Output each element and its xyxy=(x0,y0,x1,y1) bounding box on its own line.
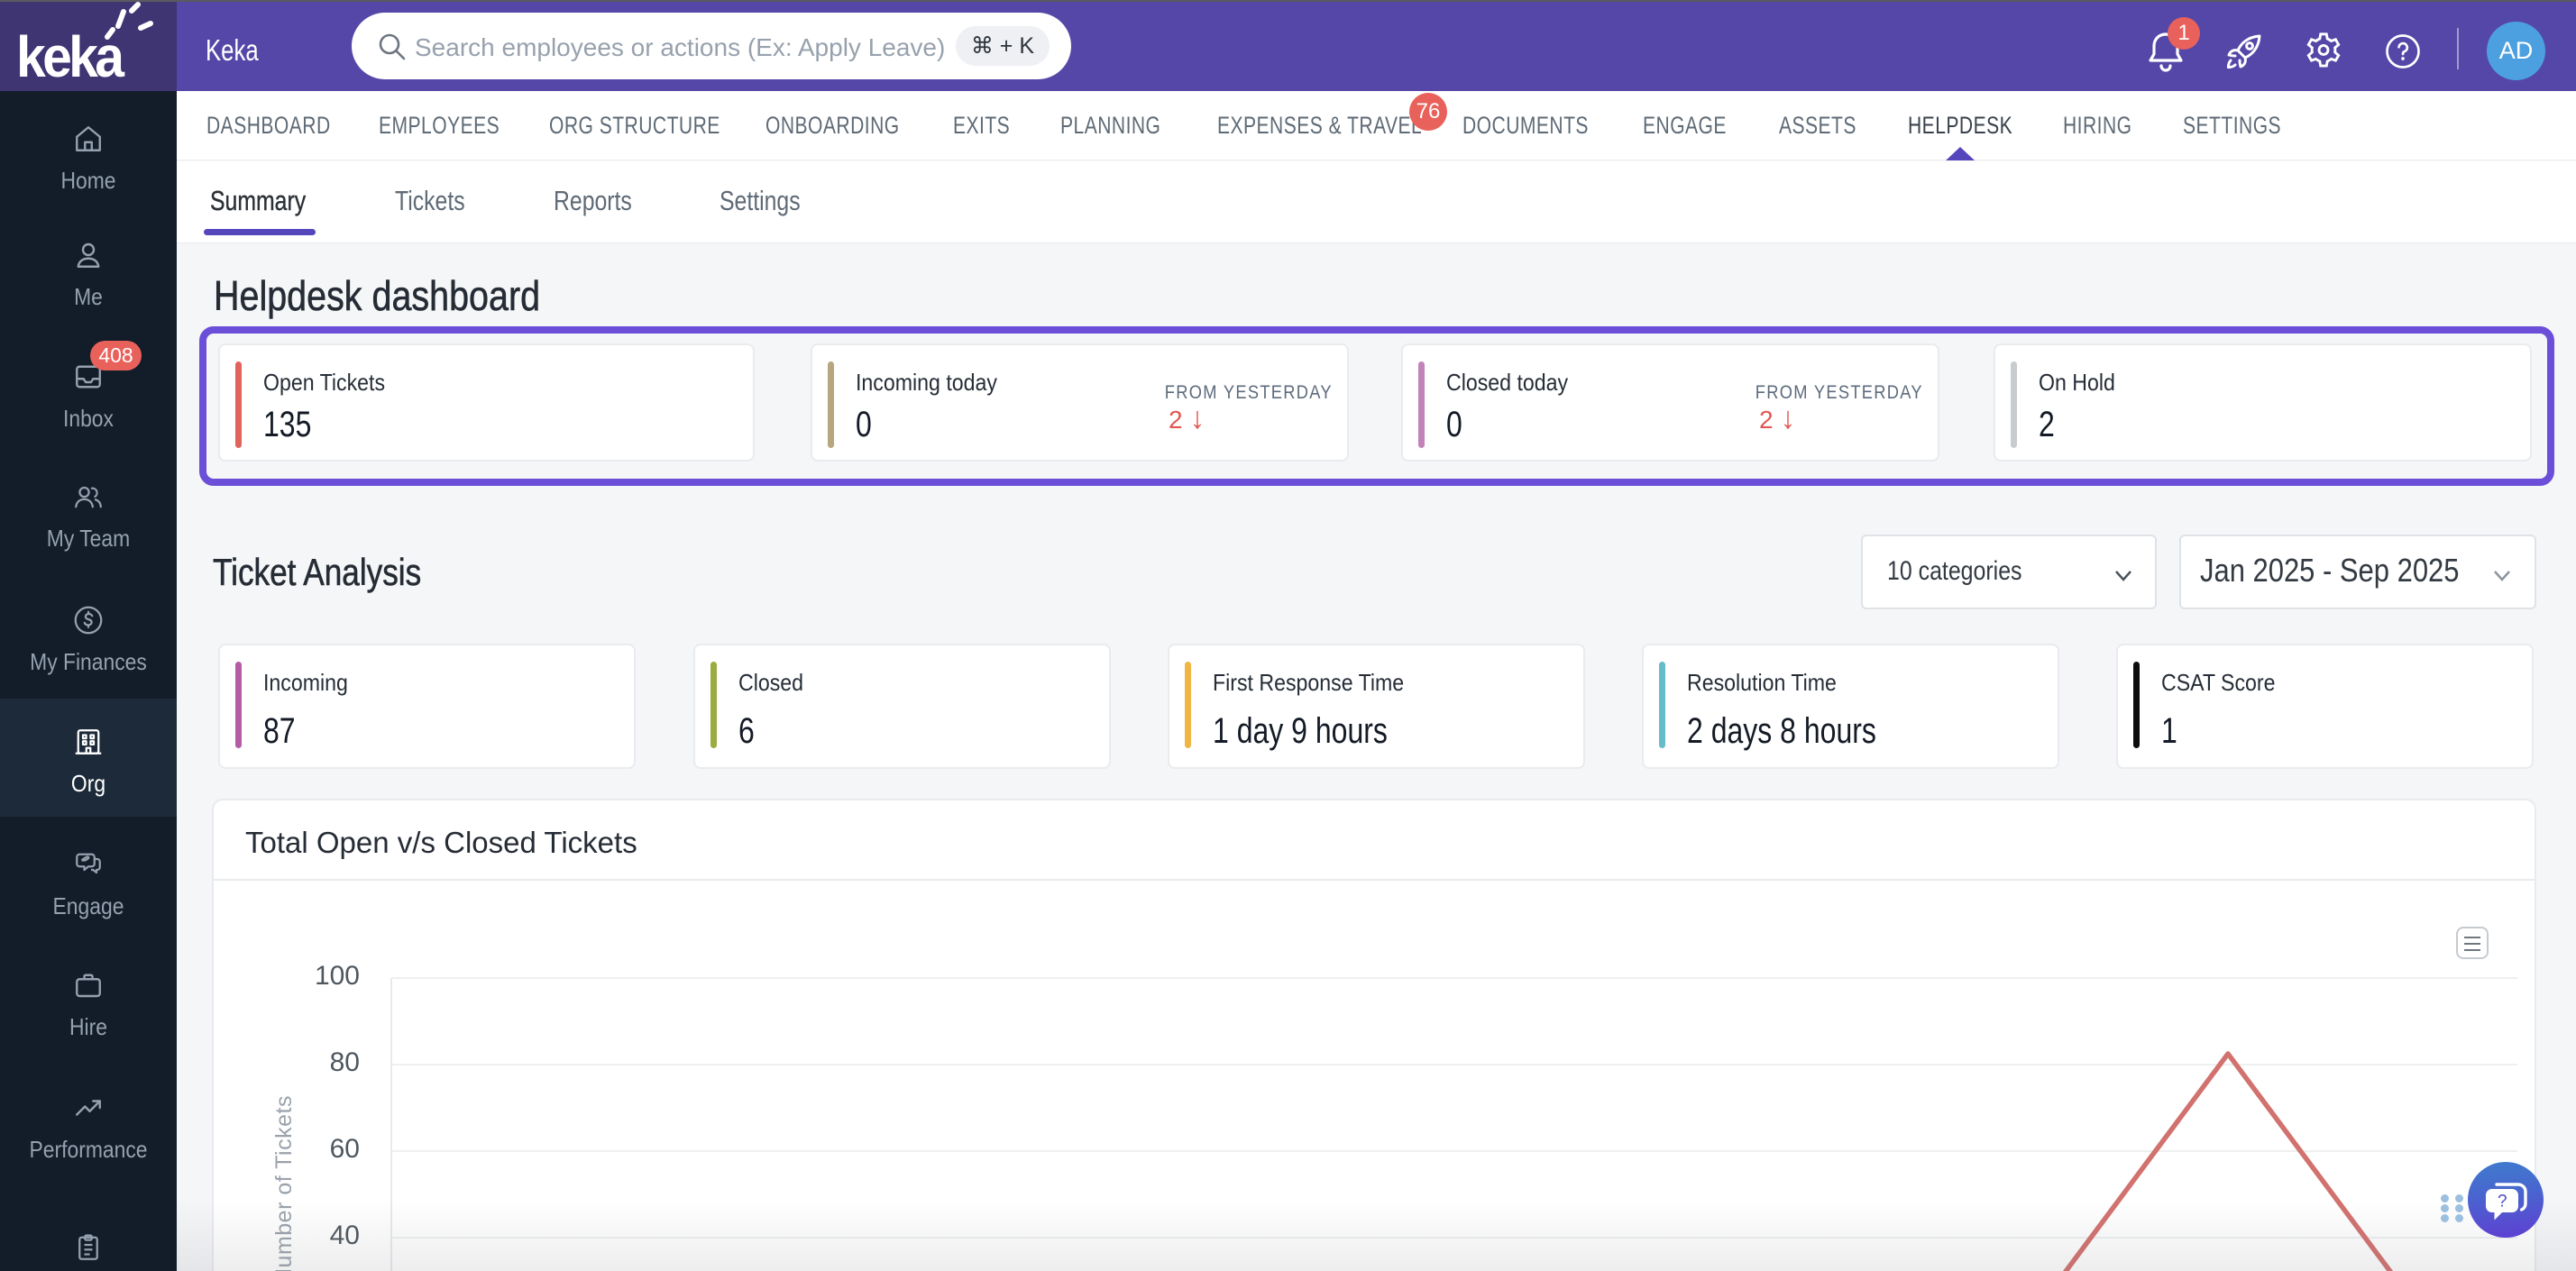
svg-text:?: ? xyxy=(2498,1193,2507,1212)
